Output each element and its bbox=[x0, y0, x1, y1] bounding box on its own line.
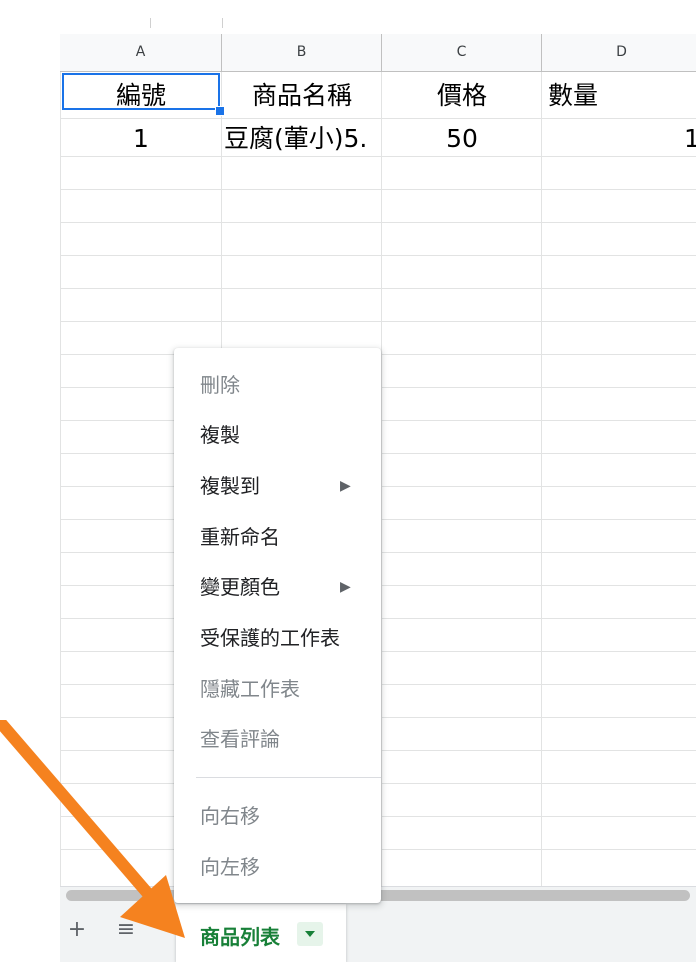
menu-divider bbox=[196, 777, 381, 778]
cell-b2[interactable]: 豆腐(葷小)5. bbox=[224, 122, 381, 155]
column-header-b[interactable]: B bbox=[222, 34, 382, 71]
menu-item-delete[interactable]: 刪除 bbox=[200, 370, 240, 400]
cell-a2[interactable]: 1 bbox=[60, 122, 222, 155]
sheet-tab-bar: + ≡ 商品列表 bbox=[60, 904, 696, 962]
cell-c1[interactable]: 價格 bbox=[382, 79, 542, 112]
cell-c2[interactable]: 50 bbox=[382, 122, 542, 155]
sheet-tab-label: 商品列表 bbox=[200, 925, 280, 949]
menu-item-move-left[interactable]: 向左移 bbox=[200, 852, 260, 882]
column-header-d[interactable]: D bbox=[542, 34, 696, 71]
cell-d1[interactable]: 數量 bbox=[548, 79, 696, 112]
menu-item-move-right[interactable]: 向右移 bbox=[200, 801, 260, 831]
menu-item-copy-to[interactable]: 複製到 bbox=[200, 471, 260, 501]
fill-handle[interactable] bbox=[215, 106, 225, 116]
all-sheets-icon[interactable]: ≡ bbox=[112, 916, 140, 944]
menu-item-duplicate[interactable]: 複製 bbox=[200, 420, 240, 450]
selected-cell-outline bbox=[62, 73, 220, 110]
menu-item-rename[interactable]: 重新命名 bbox=[200, 522, 280, 552]
sheet-context-menu: 刪除 複製 複製到 ▶ 重新命名 變更顏色 ▶ 受保護的工作表 隱藏工作表 查看… bbox=[174, 348, 381, 903]
submenu-arrow-icon: ▶ bbox=[340, 579, 351, 595]
cell-d2[interactable]: 1 bbox=[684, 122, 696, 155]
menu-item-view-comments[interactable]: 查看評論 bbox=[200, 724, 280, 754]
sheet-tab-active[interactable]: 商品列表 bbox=[176, 904, 346, 962]
column-header-c[interactable]: C bbox=[382, 34, 542, 71]
left-margin bbox=[0, 0, 60, 904]
menu-item-change-color[interactable]: 變更顏色 bbox=[200, 572, 280, 602]
column-header-row: A B C D bbox=[60, 34, 696, 72]
column-header-a[interactable]: A bbox=[60, 34, 222, 71]
menu-item-protect-sheet[interactable]: 受保護的工作表 bbox=[200, 623, 340, 653]
cell-b1[interactable]: 商品名稱 bbox=[222, 79, 382, 112]
add-sheet-icon[interactable]: + bbox=[63, 916, 91, 944]
submenu-arrow-icon: ▶ bbox=[340, 478, 351, 494]
dropdown-arrow-icon[interactable] bbox=[297, 922, 323, 946]
formula-bar-edge bbox=[60, 0, 696, 34]
menu-item-hide-sheet[interactable]: 隱藏工作表 bbox=[200, 674, 300, 704]
